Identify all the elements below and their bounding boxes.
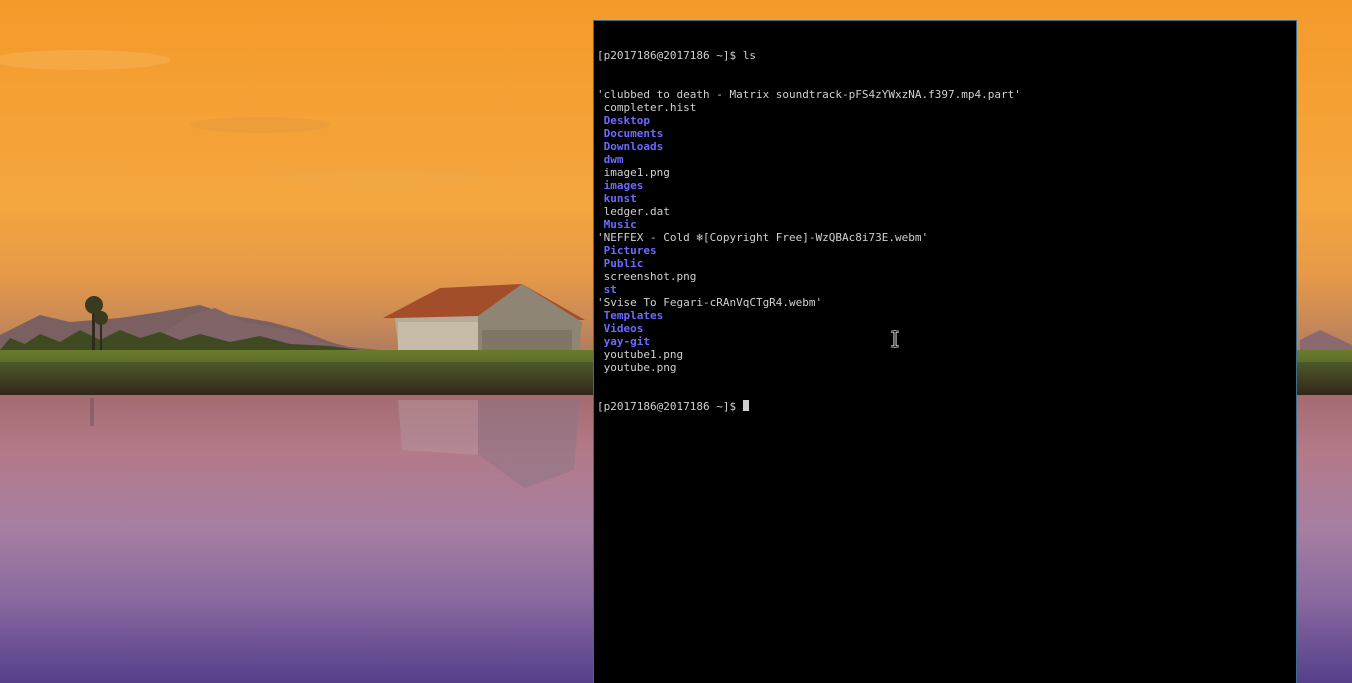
ls-entry-directory: dwm [597,153,624,166]
ls-entry-directory: Templates [597,309,664,322]
ls-entry-file: image1.png [597,166,670,179]
text-ibeam-icon [891,330,899,348]
ls-entry-directory: Pictures [597,244,657,257]
ls-entry-directory: Videos [597,322,644,335]
ls-entry-file: youtube.png [597,361,677,374]
ls-entry-file: youtube1.png [597,348,684,361]
ls-entry-directory: yay-git [597,335,650,348]
ls-entry-directory: Downloads [597,140,664,153]
ls-entry-directory: Documents [597,127,664,140]
ls-entry-directory: Music [597,218,637,231]
ls-entry-file: ledger.dat [597,205,670,218]
ls-entry-directory: images [597,179,644,192]
terminal-prompt: [p2017186@2017186 ~]$ [597,400,743,413]
terminal-prompt: [p2017186@2017186 ~]$ [597,49,743,62]
terminal-command-line: [p2017186@2017186 ~]$ ls [597,49,1296,62]
ls-entry-directory: Public [597,257,644,270]
ls-entry-file: 'clubbed to death - Matrix soundtrack-pF… [597,88,1021,101]
terminal-command: ls [742,49,756,62]
terminal-window[interactable]: [p2017186@2017186 ~]$ ls 'clubbed to dea… [593,20,1297,683]
ls-entry-file: screenshot.png [597,270,697,283]
ls-output-list: 'clubbed to death - Matrix soundtrack-pF… [597,88,1296,374]
ls-entry-directory: Desktop [597,114,650,127]
ls-entry-directory: st [597,283,617,296]
ls-entry-directory: kunst [597,192,637,205]
ls-entry-file: 'Svise To Fegari-cRAnVqCTgR4.webm' [597,296,823,309]
terminal-input-line[interactable]: [p2017186@2017186 ~]$ [597,400,1296,413]
ls-entry-file: 'NEFFEX - Cold ❄[Copyright Free]-WzQBAc8… [597,231,929,244]
ls-entry-file: completer.hist [597,101,697,114]
text-cursor [742,400,749,411]
